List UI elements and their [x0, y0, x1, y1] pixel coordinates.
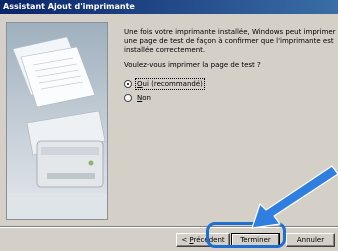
- info-message: Une fois votre imprimante installée, Win…: [124, 28, 336, 54]
- wizard-illustration: [6, 22, 108, 220]
- option-no-label[interactable]: Non: [136, 93, 152, 103]
- cancel-button[interactable]: Annuler: [286, 233, 335, 247]
- pointer-arrow-icon: [251, 165, 338, 229]
- option-yes-label[interactable]: Oui (recommandé): [135, 78, 205, 90]
- option-yes[interactable]: Oui (recommandé): [124, 78, 336, 90]
- wizard-content: Une fois votre imprimante installée, Win…: [124, 28, 336, 104]
- window-title: Assistant Ajout d'imprimante: [0, 0, 338, 14]
- printer-with-paper-image: [7, 23, 107, 219]
- option-no[interactable]: Non: [124, 92, 336, 104]
- test-page-question: Voulez-vous imprimer la page de test ?: [124, 61, 261, 69]
- radio-yes[interactable]: [124, 80, 132, 88]
- radio-no[interactable]: [124, 94, 132, 102]
